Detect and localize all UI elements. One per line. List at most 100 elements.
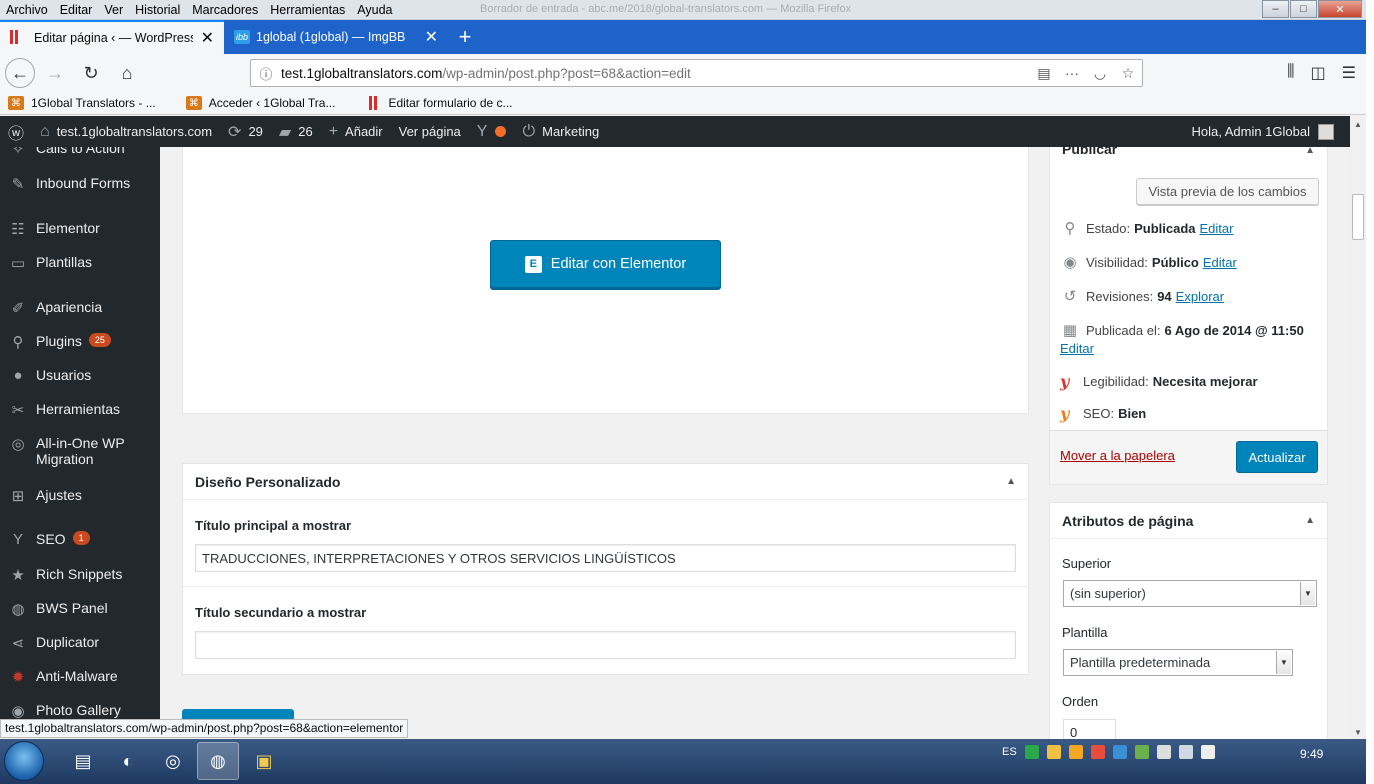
close-window-button[interactable]: ✕: [1318, 0, 1362, 18]
plus-icon: +: [328, 122, 339, 140]
sidebar-item-plugins[interactable]: ⚲ Plugins 25: [0, 333, 160, 351]
edit-visibility-link[interactable]: Editar: [1203, 255, 1237, 270]
secondary-title-input[interactable]: [195, 631, 1016, 659]
bookmark-star-icon[interactable]: ☆: [1114, 65, 1142, 82]
scroll-down-icon[interactable]: ▼: [1354, 728, 1362, 737]
back-button[interactable]: ←: [5, 58, 35, 88]
marketing-menu[interactable]: ⏻ Marketing: [514, 116, 607, 147]
reload-button[interactable]: ↻: [75, 57, 107, 89]
flag-icon[interactable]: [1156, 745, 1171, 759]
sidebar-item-bws-panel[interactable]: ◍ BWS Panel: [0, 600, 160, 618]
taskbar-app[interactable]: ◐: [107, 742, 149, 780]
main-title-input[interactable]: TRADUCCIONES, INTERPRETACIONES Y OTROS S…: [195, 544, 1016, 572]
close-tab-icon[interactable]: ✕: [425, 27, 438, 47]
display-icon[interactable]: [1178, 745, 1193, 759]
menu-ver[interactable]: Ver: [98, 3, 129, 17]
bookmark-acceder[interactable]: ⌘ Acceder ‹ 1Global Tra...: [178, 96, 344, 110]
scrollbar-thumb[interactable]: [1352, 194, 1364, 240]
page-scrollbar[interactable]: ▲ ▼: [1350, 116, 1366, 739]
view-page-link[interactable]: Ver página: [391, 116, 469, 147]
edit-with-elementor-button[interactable]: E Editar con Elementor: [490, 240, 721, 288]
sidebar-item-apariencia[interactable]: ✐ Apariencia: [0, 299, 160, 317]
tray-icon[interactable]: [1112, 745, 1127, 759]
edit-date-link[interactable]: Editar: [1060, 341, 1094, 356]
sidebar-item-rich-snippets[interactable]: ★ Rich Snippets: [0, 566, 160, 584]
sidebar-item-photo-gallery[interactable]: ◉ Photo Gallery: [0, 702, 160, 719]
close-tab-icon[interactable]: ✕: [201, 28, 214, 48]
start-button[interactable]: [4, 741, 44, 781]
explore-revisions-link[interactable]: Explorar: [1176, 289, 1224, 304]
partial-button[interactable]: [182, 709, 294, 719]
wordpress-logo-button[interactable]: ⓦ: [0, 116, 32, 147]
library-icon[interactable]: ⫼: [1287, 63, 1294, 83]
menu-archivo[interactable]: Archivo: [0, 3, 54, 17]
mail-icon[interactable]: [1046, 745, 1061, 759]
preview-changes-button[interactable]: Vista previa de los cambios: [1136, 178, 1319, 205]
account-menu[interactable]: Hola, Admin 1Global: [1183, 116, 1342, 147]
menu-ayuda[interactable]: Ayuda: [351, 3, 398, 17]
info-icon[interactable]: ⓘ: [251, 64, 281, 83]
tab-imgbb[interactable]: ibb 1global (1global) — ImgBB ✕: [224, 20, 448, 54]
scroll-up-icon[interactable]: ▲: [1354, 120, 1362, 129]
home-button[interactable]: ⌂: [111, 57, 143, 89]
taskbar-clock[interactable]: 9:49: [1300, 747, 1323, 761]
minimize-button[interactable]: –: [1262, 0, 1289, 18]
sidebar-item-anti-malware[interactable]: ✹ Anti-Malware: [0, 668, 160, 686]
pocket-icon[interactable]: ◡: [1086, 65, 1114, 82]
sidebar-item-ajustes[interactable]: ⊞ Ajustes: [0, 487, 160, 505]
collapse-triangle-icon[interactable]: ▲: [1006, 476, 1016, 487]
menu-marcadores[interactable]: Marcadores: [186, 3, 264, 17]
url-text[interactable]: test.1globaltranslators.com/wp-admin/pos…: [281, 66, 1030, 81]
network-icon[interactable]: [1134, 745, 1149, 759]
sidebar-item-duplicator[interactable]: ⋖ Duplicator: [0, 634, 160, 652]
sidebar-item-seo[interactable]: Y SEO 1: [0, 531, 160, 548]
taskbar-explorer[interactable]: ▤: [62, 742, 104, 780]
maximize-button[interactable]: □: [1290, 0, 1317, 18]
parent-select[interactable]: (sin superior) ▼: [1063, 580, 1317, 607]
tray-icon[interactable]: [1024, 745, 1039, 759]
add-new-link[interactable]: + Añadir: [321, 116, 391, 147]
updates-link[interactable]: ⟳ 29: [220, 116, 271, 147]
chevron-down-icon: ▼: [1300, 582, 1315, 605]
move-to-trash-link[interactable]: Mover a la papelera: [1060, 448, 1175, 463]
hamburger-menu-icon[interactable]: ☰: [1342, 63, 1356, 83]
url-bar[interactable]: ⓘ test.1globaltranslators.com/wp-admin/p…: [250, 59, 1143, 87]
tab-wordpress[interactable]: Editar página ‹ — WordPress ✕: [0, 20, 224, 54]
sidebar-item-calls-to-action[interactable]: ✧ Calls to Action: [0, 147, 160, 158]
collapse-triangle-icon[interactable]: ▲: [1305, 515, 1315, 526]
language-indicator[interactable]: ES: [1002, 746, 1017, 758]
custom-design-header[interactable]: Diseño Personalizado ▲: [183, 464, 1028, 500]
more-actions-icon[interactable]: ···: [1058, 65, 1086, 81]
chevron-down-icon: ▼: [1276, 651, 1291, 674]
new-tab-button[interactable]: +: [448, 20, 482, 54]
taskbar-chrome[interactable]: ◎: [152, 742, 194, 780]
menu-editar[interactable]: Editar: [54, 3, 99, 17]
site-name-link[interactable]: ⌂ test.1globaltranslators.com: [32, 116, 220, 147]
speaker-icon[interactable]: [1200, 745, 1215, 759]
sidebar-item-inbound-forms[interactable]: ✎ Inbound Forms: [0, 175, 160, 193]
sidebar-item-elementor[interactable]: ☷ Elementor: [0, 220, 160, 238]
volume-muted-icon[interactable]: [1090, 745, 1105, 759]
bookmark-1global-translators[interactable]: ⌘ 1Global Translators - ...: [0, 96, 164, 110]
template-select[interactable]: Plantilla predeterminada ▼: [1063, 649, 1293, 676]
taskbar-firefox[interactable]: ◍: [197, 742, 239, 780]
sidebar-item-label: Calls to Action: [36, 147, 125, 156]
yoast-menu[interactable]: Y: [469, 116, 515, 147]
sidebar-icon[interactable]: ◫: [1311, 63, 1326, 83]
tray-icon[interactable]: [1068, 745, 1083, 759]
sidebar-item-herramientas[interactable]: ✂ Herramientas: [0, 401, 160, 419]
reader-view-icon[interactable]: ▤: [1030, 65, 1058, 82]
menu-herramientas[interactable]: Herramientas: [264, 3, 351, 17]
sidebar-item-plantillas[interactable]: ▭ Plantillas: [0, 254, 160, 272]
forward-button[interactable]: →: [39, 57, 71, 89]
update-button[interactable]: Actualizar: [1236, 441, 1318, 473]
sidebar-item-usuarios[interactable]: ● Usuarios: [0, 367, 160, 384]
menu-historial[interactable]: Historial: [129, 3, 186, 17]
taskbar-app-yellow[interactable]: ▣: [243, 742, 285, 780]
sidebar-item-all-in-one-wp-migration[interactable]: ◎ All-in-One WP Migration: [0, 435, 160, 467]
collapse-triangle-icon[interactable]: ▲: [1305, 145, 1315, 156]
bookmark-editar-formulario[interactable]: Editar formulario de c...: [357, 96, 520, 110]
comments-link[interactable]: ▰ 26: [271, 116, 321, 147]
edit-status-link[interactable]: Editar: [1200, 221, 1234, 236]
page-attributes-header[interactable]: Atributos de página ▲: [1050, 503, 1327, 539]
